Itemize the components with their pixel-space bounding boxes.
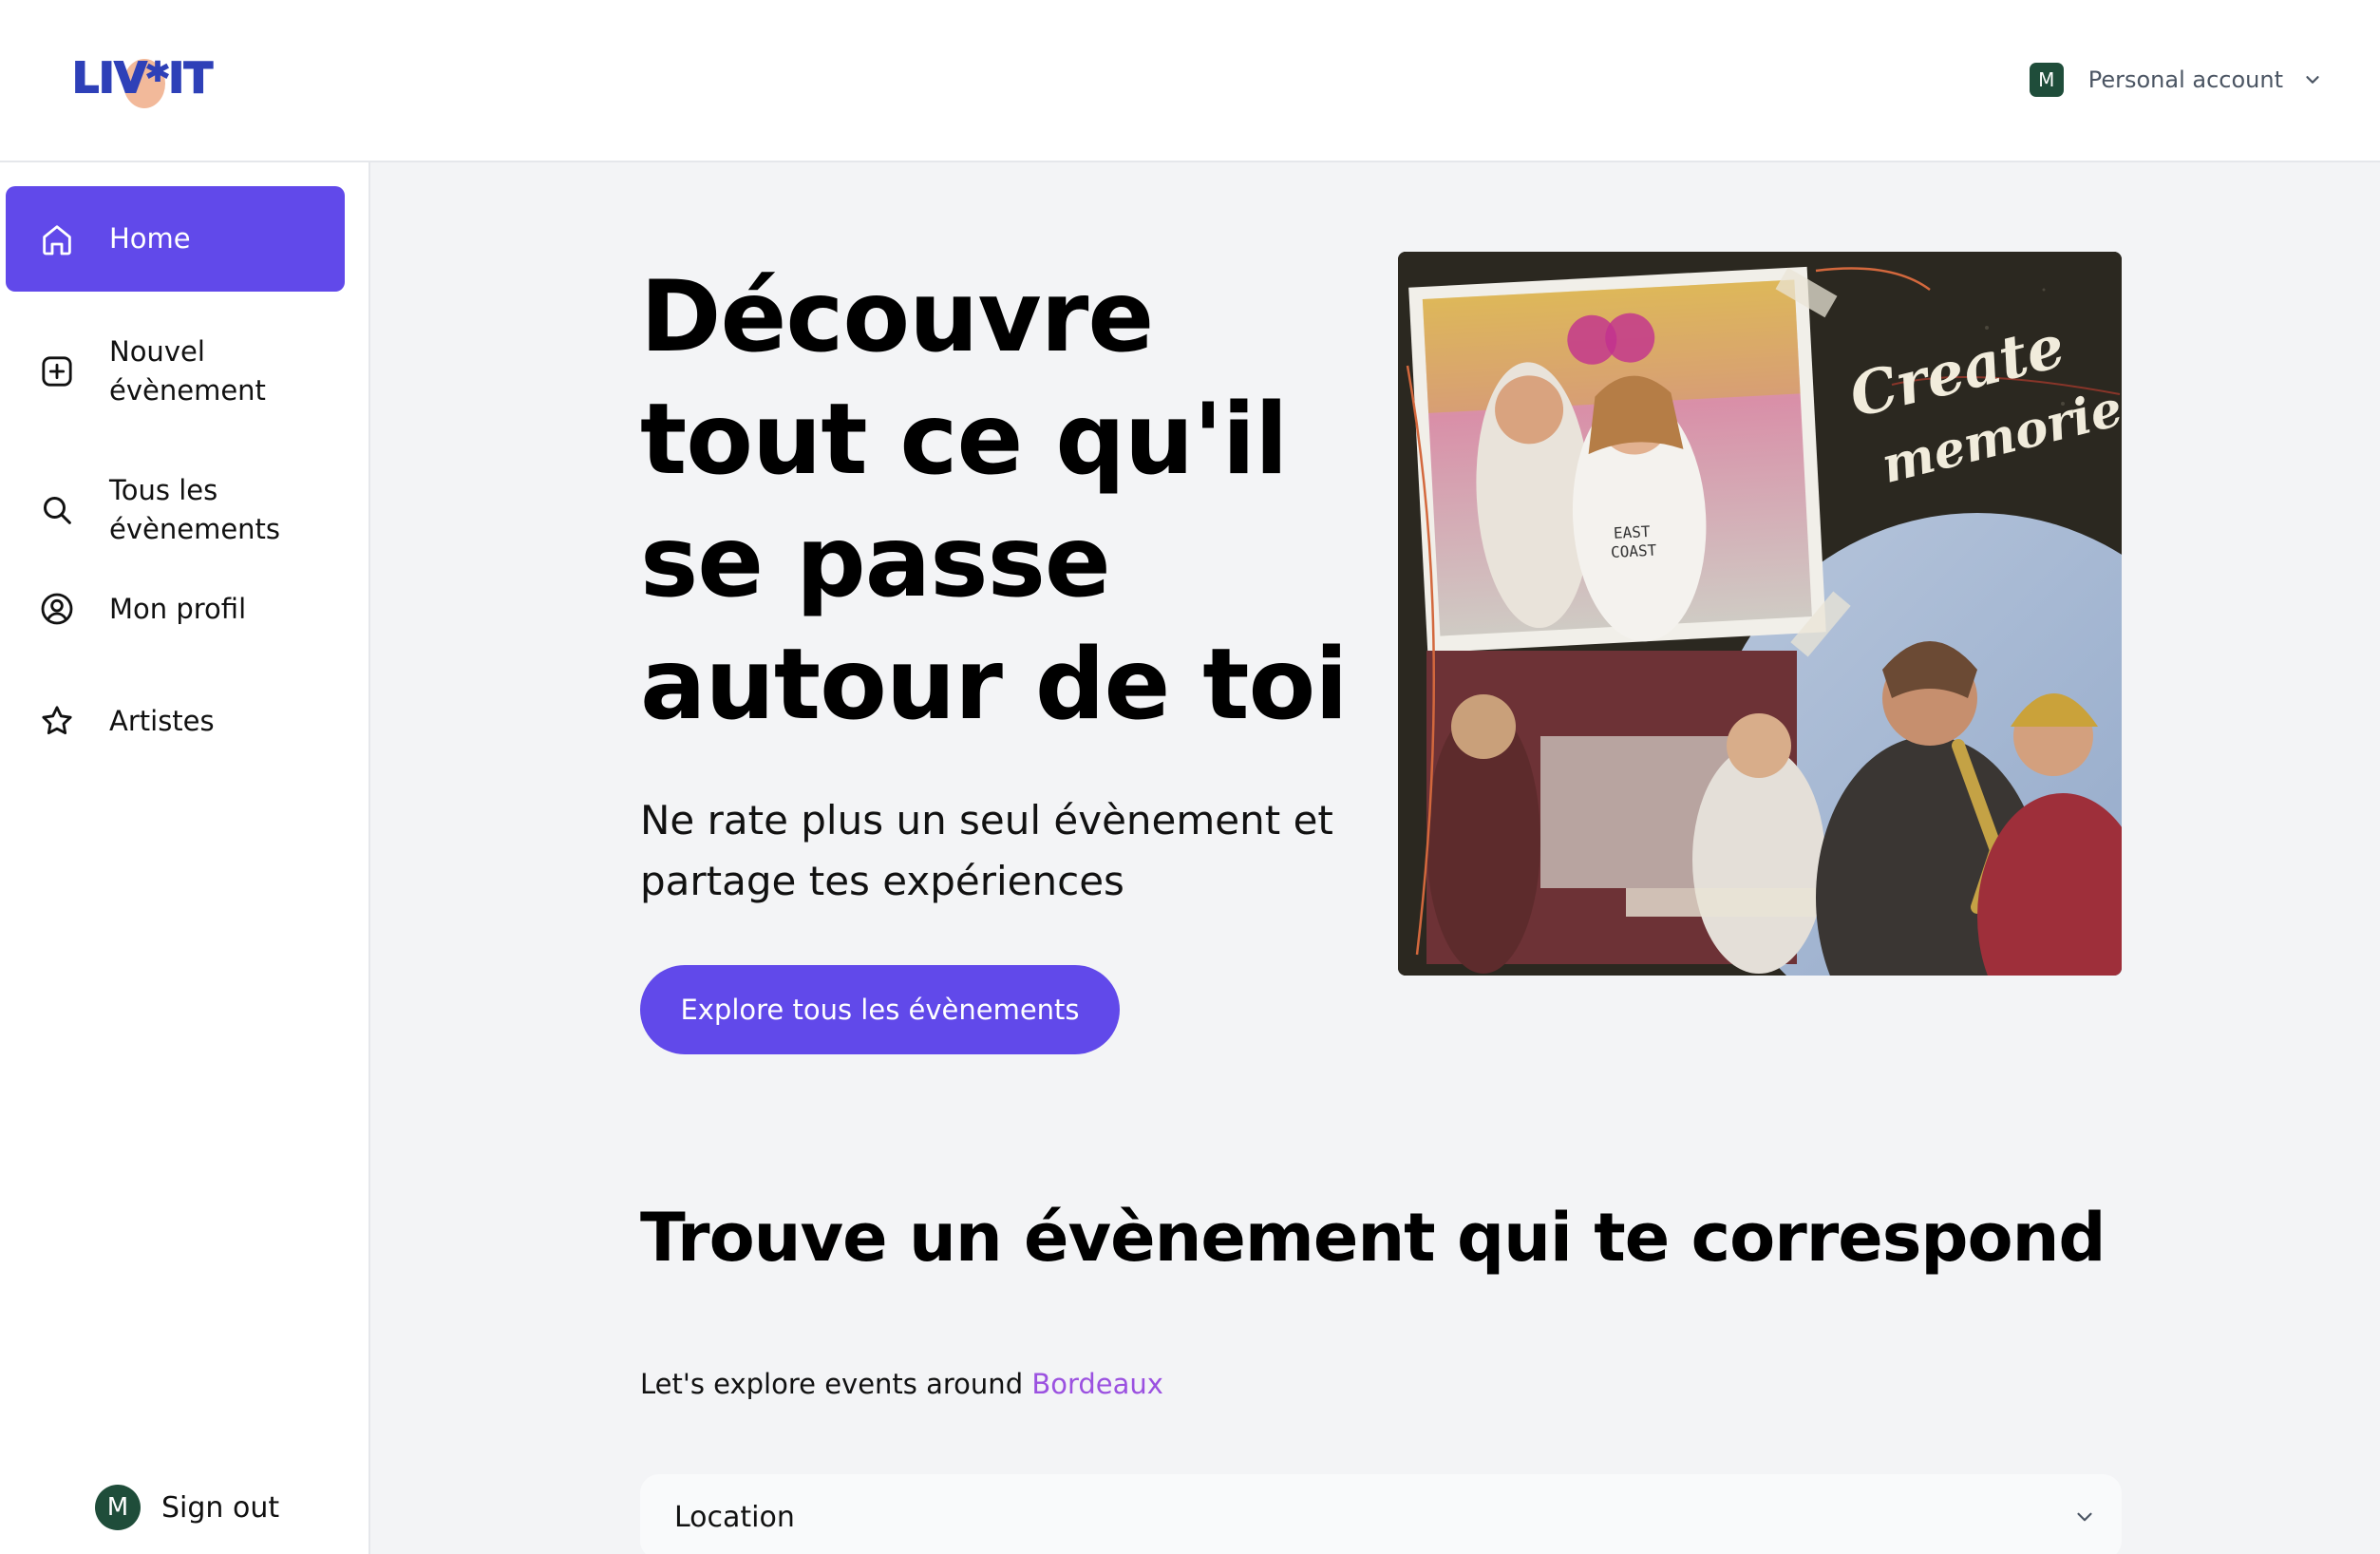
collage-artwork: EAST COAST Create memories (1398, 252, 2122, 976)
chevron-down-icon (2077, 1512, 2092, 1522)
sidebar-item-label: Artistes (109, 704, 215, 737)
sidebar-item-home[interactable]: Home (6, 186, 345, 292)
hero-subtitle: Ne rate plus un seul évènement et partag… (640, 797, 1333, 904)
city-link[interactable]: Bordeaux (1031, 1368, 1163, 1400)
section-title: Trouve un évènement qui te correspond (640, 1199, 2106, 1277)
account-avatar: M (2029, 63, 2064, 97)
account-menu[interactable]: M Personal account (2029, 63, 2323, 97)
location-select[interactable]: Location (640, 1474, 2122, 1554)
shirt-text-1: EAST (1614, 522, 1652, 542)
sidebar-item-label: Home (109, 222, 191, 255)
sign-out-label: Sign out (161, 1490, 280, 1525)
user-avatar: M (95, 1485, 141, 1530)
user-circle-icon (41, 593, 73, 625)
account-label: Personal account (2087, 66, 2283, 93)
sidebar-item-label: Tous les évènements (109, 474, 281, 545)
hero-title: Découvre tout ce qu'il se passe autour d… (640, 260, 1349, 742)
explore-prefix: Let's explore events around (640, 1368, 1032, 1400)
star-icon (42, 706, 72, 735)
top-bar: LIV*IT M Personal account (0, 0, 2380, 162)
sidebar-item-label: Mon profil (109, 592, 247, 625)
plus-square-icon (42, 356, 72, 387)
home-icon (43, 224, 71, 255)
sidebar-item-artists[interactable]: Artistes (6, 683, 345, 759)
sidebar-item-profile[interactable]: Mon profil (6, 571, 345, 647)
sidebar-item-new-event[interactable]: Nouvel évènement (6, 319, 345, 424)
shirt-text-2: COAST (1611, 541, 1657, 562)
livit-logo[interactable]: LIV*IT (66, 38, 218, 114)
search-icon (44, 497, 71, 524)
logo-text: LIV*IT (72, 54, 213, 103)
sidebar-item-all-events[interactable]: Tous les évènements (6, 458, 345, 562)
sign-out-button[interactable]: M Sign out (95, 1485, 279, 1530)
sidebar: Home Nouvel évènement Tous les évènement… (0, 162, 370, 1554)
explore-location-text: Let's explore events around Bordeaux (640, 1368, 1163, 1400)
hero-collage-image: EAST COAST Create memories (1398, 252, 2122, 976)
sidebar-item-label: Nouvel évènement (109, 335, 266, 407)
chevron-down-icon (2306, 76, 2319, 84)
location-label: Location (674, 1500, 795, 1534)
explore-events-button[interactable]: Explore tous les évènements (640, 965, 1120, 1054)
